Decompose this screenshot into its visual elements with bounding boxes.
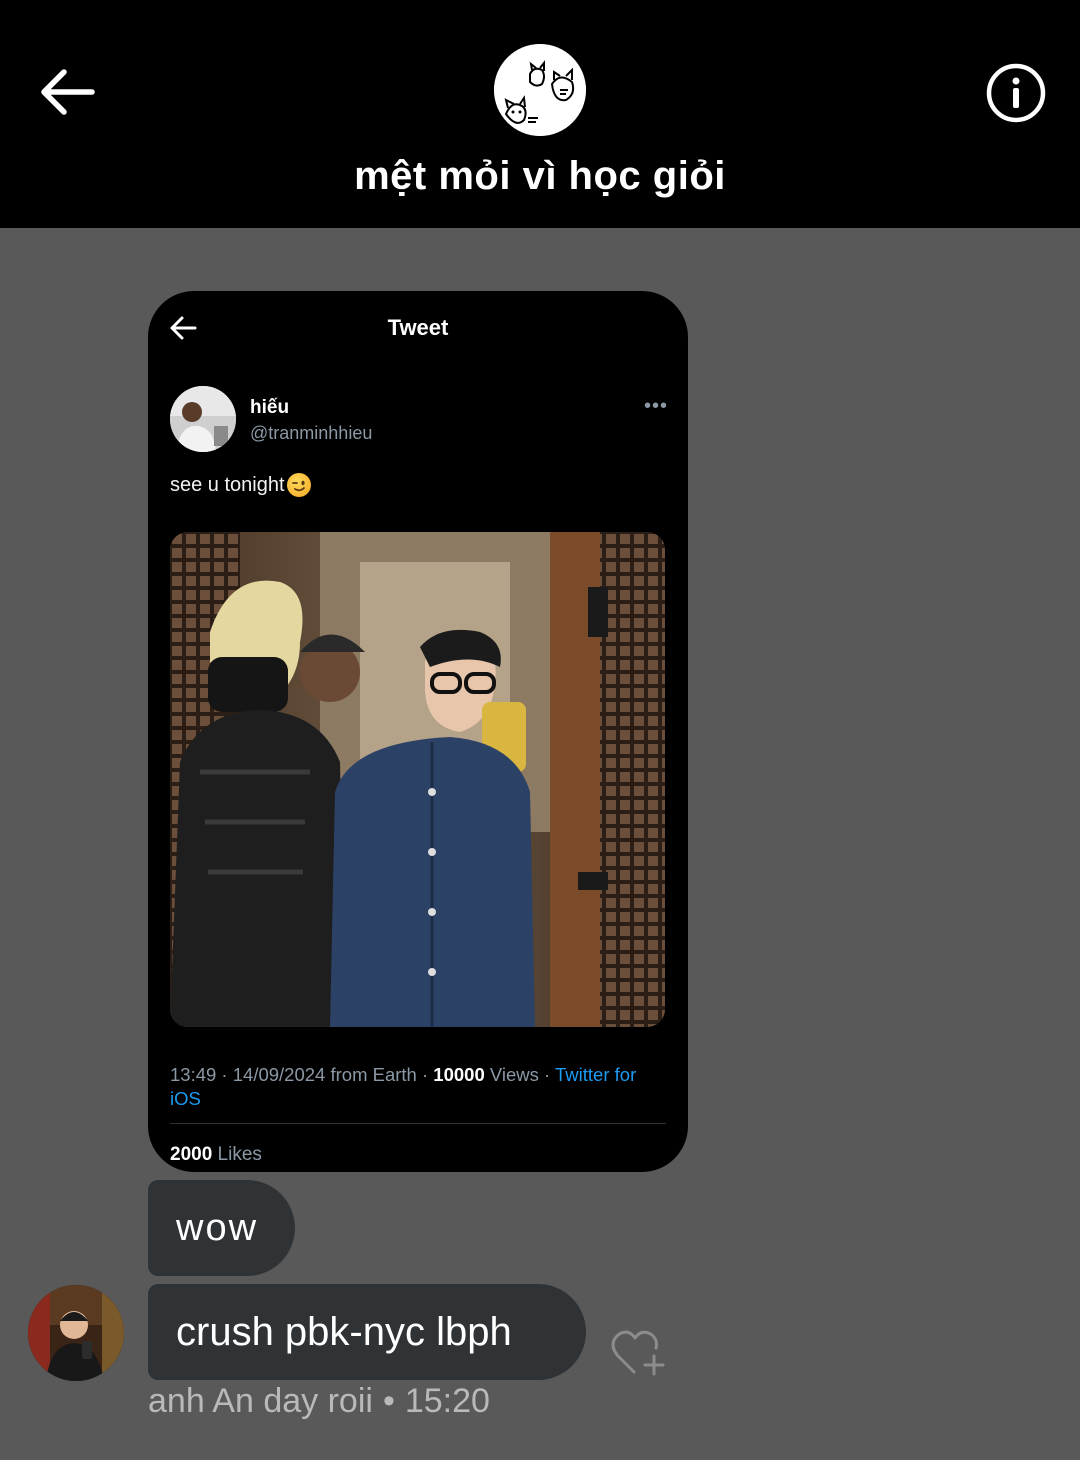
separator: · (538, 1064, 556, 1085)
tweet-author-name: hiếu (250, 397, 290, 418)
group-avatar[interactable] (494, 44, 586, 136)
tweet-text-content: see u tonight (170, 473, 285, 496)
sender-avatar[interactable] (28, 1285, 124, 1381)
tweet-location: from Earth (325, 1064, 417, 1085)
message-bubble[interactable]: wow (148, 1180, 295, 1276)
info-circle-icon (986, 63, 1046, 123)
tweet-date: 14/09/2024 (232, 1064, 326, 1085)
message-bubble[interactable]: crush pbk-nyc lbph (148, 1284, 586, 1380)
tweet-text: see u tonight (170, 473, 311, 497)
winking-face-emoji (286, 473, 311, 497)
conversation-title: mệt mỏi vì học giỏi (354, 154, 726, 198)
info-button[interactable] (986, 63, 1046, 123)
separator: · (416, 1064, 434, 1085)
react-button[interactable] (610, 1326, 668, 1378)
divider (170, 1123, 666, 1124)
tweet-likes: 2000 Likes (170, 1144, 262, 1166)
separator-dot: • (382, 1382, 395, 1420)
tweet-time: 13:49 (170, 1064, 217, 1085)
tweet-header-title: Tweet (387, 315, 449, 340)
tweet-photo (170, 532, 665, 1027)
tweet-views-label: Views (484, 1064, 539, 1085)
heart-plus-icon (611, 1330, 665, 1376)
arrow-left-icon (41, 69, 95, 115)
message-meta: anh An day roii • 15:20 (148, 1382, 490, 1421)
back-button[interactable] (36, 64, 98, 120)
tweet-author-avatar (170, 386, 236, 452)
cats-drawing-image (494, 44, 586, 136)
message-time: 15:20 (404, 1382, 490, 1420)
tweet-meta: 13:49 · 14/09/2024 from Earth · 10000 Vi… (170, 1063, 670, 1111)
shared-tweet-image[interactable]: Tweet hiếu @tranminhhieu ••• see u tonig… (148, 291, 688, 1172)
tweet-likes-label: Likes (212, 1144, 262, 1165)
tweet-likes-count: 2000 (170, 1144, 213, 1165)
more-dots-icon: ••• (644, 395, 669, 417)
tweet-views-count: 10000 (433, 1064, 485, 1085)
sender-name: anh An day roii (148, 1382, 373, 1420)
tweet-author-handle: @tranminhhieu (250, 423, 373, 443)
conversation-header: mệt mỏi vì học giỏi (0, 0, 1080, 228)
separator: · (216, 1064, 233, 1085)
